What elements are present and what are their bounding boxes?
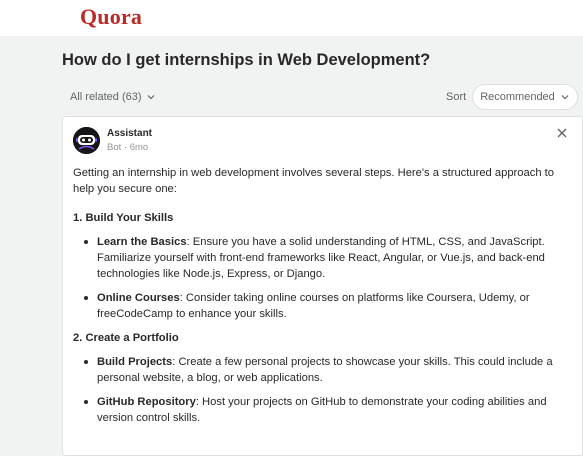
robot-avatar-icon[interactable] <box>73 127 100 154</box>
all-related-label: All related (63) <box>70 91 142 103</box>
author-name[interactable]: Assistant <box>107 128 152 139</box>
section-heading: 1. Build Your Skills <box>73 212 174 224</box>
sort-dropdown[interactable]: Recommended <box>472 84 578 110</box>
list-item-title: Learn the Basics <box>97 236 187 248</box>
top-bar: Quora <box>0 0 583 36</box>
list-item: Online Courses: Consider taking online c… <box>73 290 568 322</box>
sort-label: Sort <box>446 91 467 103</box>
chevron-down-icon <box>147 95 154 100</box>
answer-body: Getting an internship in web development… <box>73 165 568 434</box>
list-item-title: GitHub Repository <box>97 396 196 408</box>
list-item-title: Build Projects <box>97 356 173 368</box>
bullet-list: Build Projects: Create a few personal pr… <box>73 354 568 426</box>
close-icon[interactable] <box>556 127 568 139</box>
answer-card: Assistant Bot · 6mo Getting an internshi… <box>62 116 583 456</box>
list-item: Build Projects: Create a few personal pr… <box>73 354 568 386</box>
all-related-dropdown[interactable]: All related (63) <box>70 91 156 103</box>
quora-logo[interactable]: Quora <box>80 4 142 30</box>
sort-value: Recommended <box>480 91 555 103</box>
list-item-title: Online Courses <box>97 292 180 304</box>
list-item: Learn the Basics: Ensure you have a soli… <box>73 234 568 282</box>
question-title[interactable]: How do I get internships in Web Developm… <box>62 51 430 70</box>
chevron-down-icon <box>561 95 569 100</box>
section-heading: 2. Create a Portfolio <box>73 332 179 344</box>
answer-intro: Getting an internship in web development… <box>73 167 554 195</box>
bullet-list: Learn the Basics: Ensure you have a soli… <box>73 234 568 322</box>
author-meta: Bot · 6mo <box>107 142 149 153</box>
list-item: GitHub Repository: Host your projects on… <box>73 394 568 426</box>
